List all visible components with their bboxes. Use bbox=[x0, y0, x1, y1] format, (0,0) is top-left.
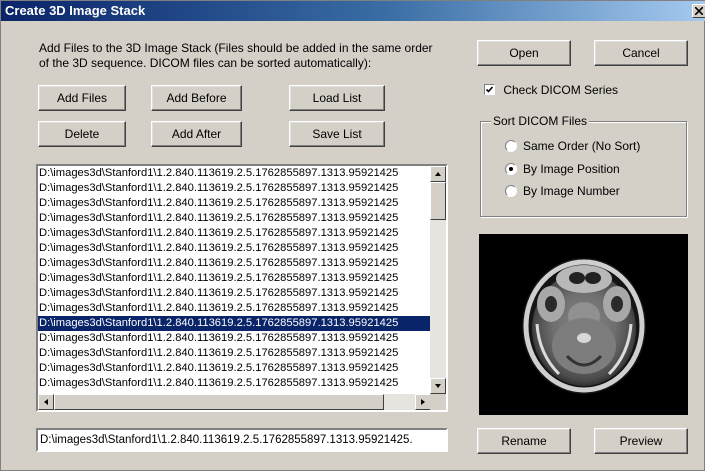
list-item[interactable]: D:\images3d\Stanford1\1.2.840.113619.2.5… bbox=[38, 196, 431, 211]
scroll-left-button[interactable] bbox=[38, 394, 54, 410]
vertical-scrollbar[interactable] bbox=[430, 166, 446, 394]
radio-by-image-number[interactable]: By Image Number bbox=[505, 184, 620, 198]
rename-button[interactable]: Rename bbox=[477, 428, 571, 454]
title-bar[interactable]: Create 3D Image Stack bbox=[1, 1, 705, 21]
window-title: Create 3D Image Stack bbox=[5, 3, 146, 18]
list-item[interactable]: D:\images3d\Stanford1\1.2.840.113619.2.5… bbox=[38, 166, 431, 181]
file-list[interactable]: D:\images3d\Stanford1\1.2.840.113619.2.5… bbox=[38, 166, 431, 394]
radio-same-order-label: Same Order (No Sort) bbox=[523, 139, 641, 153]
radio-by-image-position[interactable]: By Image Position bbox=[505, 162, 620, 176]
list-item[interactable]: D:\images3d\Stanford1\1.2.840.113619.2.5… bbox=[38, 376, 431, 391]
mri-brain-slice-image bbox=[522, 258, 646, 394]
list-item[interactable]: D:\images3d\Stanford1\1.2.840.113619.2.5… bbox=[38, 181, 431, 196]
scroll-right-button[interactable] bbox=[415, 394, 431, 410]
radio-by-image-number-label: By Image Number bbox=[523, 184, 620, 198]
arrow-down-icon bbox=[435, 384, 441, 388]
list-item[interactable]: D:\images3d\Stanford1\1.2.840.113619.2.5… bbox=[38, 331, 431, 346]
image-preview bbox=[479, 234, 688, 415]
file-listbox[interactable]: D:\images3d\Stanford1\1.2.840.113619.2.5… bbox=[36, 164, 448, 412]
radio-same-order-button[interactable] bbox=[505, 140, 517, 152]
scroll-up-button[interactable] bbox=[430, 166, 446, 182]
check-dicom-series-label: Check DICOM Series bbox=[503, 83, 619, 97]
checkmark-icon bbox=[485, 86, 494, 93]
add-after-button[interactable]: Add After bbox=[151, 121, 242, 147]
horizontal-scroll-thumb[interactable] bbox=[54, 394, 384, 410]
vertical-scroll-thumb[interactable] bbox=[430, 182, 446, 220]
scroll-down-button[interactable] bbox=[430, 378, 446, 394]
radio-by-image-number-button[interactable] bbox=[505, 185, 517, 197]
radio-by-image-position-label: By Image Position bbox=[523, 162, 620, 176]
list-item[interactable]: D:\images3d\Stanford1\1.2.840.113619.2.5… bbox=[38, 361, 431, 376]
open-button[interactable]: Open bbox=[477, 40, 571, 66]
sort-dicom-files-group: Sort DICOM Files Same Order (No Sort) By… bbox=[480, 114, 687, 217]
radio-by-image-position-button[interactable] bbox=[505, 163, 517, 175]
check-dicom-series-option[interactable]: Check DICOM Series bbox=[484, 83, 618, 97]
scrollbar-corner bbox=[430, 394, 446, 410]
sort-dicom-files-label: Sort DICOM Files bbox=[491, 114, 590, 128]
list-item[interactable]: D:\images3d\Stanford1\1.2.840.113619.2.5… bbox=[38, 286, 431, 301]
close-icon bbox=[695, 7, 703, 15]
create-3d-image-stack-dialog: Create 3D Image Stack Add Files to the 3… bbox=[0, 0, 705, 471]
cancel-button[interactable]: Cancel bbox=[594, 40, 688, 66]
arrow-up-icon bbox=[435, 172, 441, 176]
list-item[interactable]: D:\images3d\Stanford1\1.2.840.113619.2.5… bbox=[38, 301, 431, 316]
list-item[interactable]: D:\images3d\Stanford1\1.2.840.113619.2.5… bbox=[38, 256, 431, 271]
list-item[interactable]: D:\images3d\Stanford1\1.2.840.113619.2.5… bbox=[38, 346, 431, 361]
list-item[interactable]: D:\images3d\Stanford1\1.2.840.113619.2.5… bbox=[38, 226, 431, 241]
selected-path-field[interactable]: D:\images3d\Stanford1\1.2.840.113619.2.5… bbox=[36, 428, 448, 452]
add-before-button[interactable]: Add Before bbox=[151, 85, 242, 111]
radio-same-order[interactable]: Same Order (No Sort) bbox=[505, 139, 640, 153]
add-files-button[interactable]: Add Files bbox=[38, 85, 126, 111]
list-item[interactable]: D:\images3d\Stanford1\1.2.840.113619.2.5… bbox=[38, 316, 431, 331]
save-list-button[interactable]: Save List bbox=[289, 121, 385, 147]
list-item[interactable]: D:\images3d\Stanford1\1.2.840.113619.2.5… bbox=[38, 211, 431, 226]
load-list-button[interactable]: Load List bbox=[289, 85, 385, 111]
arrow-right-icon bbox=[421, 399, 425, 405]
close-button[interactable] bbox=[692, 4, 705, 18]
instructions-text: Add Files to the 3D Image Stack (Files s… bbox=[39, 41, 433, 70]
check-dicom-series-checkbox[interactable] bbox=[484, 84, 495, 95]
delete-button[interactable]: Delete bbox=[38, 121, 126, 147]
preview-button[interactable]: Preview bbox=[594, 428, 688, 454]
list-item[interactable]: D:\images3d\Stanford1\1.2.840.113619.2.5… bbox=[38, 271, 431, 286]
list-item[interactable]: D:\images3d\Stanford1\1.2.840.113619.2.5… bbox=[38, 241, 431, 256]
horizontal-scrollbar[interactable] bbox=[38, 394, 431, 410]
arrow-left-icon bbox=[44, 399, 48, 405]
